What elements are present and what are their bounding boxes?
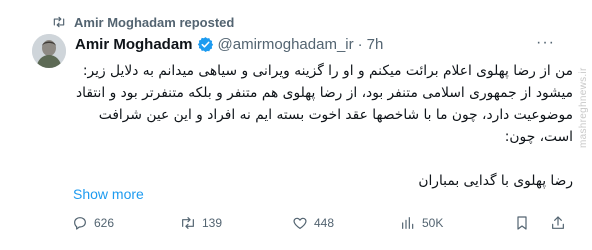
avatar[interactable] bbox=[32, 34, 66, 68]
watermark: mashreghnews.ir bbox=[578, 67, 589, 149]
repost-count: 139 bbox=[202, 216, 223, 230]
like-count: 448 bbox=[314, 216, 335, 230]
reply-icon bbox=[72, 215, 88, 231]
tweet-paragraph-1: من از رضا پهلوی اعلام برائت میکنم و او ر… bbox=[76, 63, 573, 145]
repost-icon bbox=[180, 215, 196, 231]
reply-count: 626 bbox=[94, 216, 115, 230]
repost-label: Amir Moghadam reposted bbox=[74, 14, 235, 30]
share-icon[interactable] bbox=[550, 215, 566, 231]
repost-icon bbox=[52, 15, 66, 29]
views-count: 50K bbox=[422, 216, 444, 230]
tweet-paragraph-2: رضا پهلوی با گدایی بمباران bbox=[418, 173, 573, 189]
like-button[interactable]: 448 bbox=[292, 215, 334, 231]
bookmark-icon[interactable] bbox=[514, 215, 530, 231]
separator-dot: · bbox=[357, 35, 363, 53]
show-more-link[interactable]: Show more bbox=[73, 186, 144, 202]
verified-badge-icon bbox=[197, 36, 214, 53]
views-button[interactable]: 50K bbox=[400, 215, 443, 231]
post-time[interactable]: 7h bbox=[367, 36, 384, 53]
tweet-header: Amir Moghadam @amirmoghadam_ir · 7h bbox=[75, 34, 383, 54]
repost-button[interactable]: 139 bbox=[180, 215, 222, 231]
author-name[interactable]: Amir Moghadam bbox=[75, 36, 193, 53]
heart-icon bbox=[292, 215, 308, 231]
views-icon bbox=[400, 215, 416, 231]
tweet-card[interactable]: Amir Moghadam reposted Amir Moghadam @am… bbox=[0, 0, 592, 250]
repost-indicator[interactable]: Amir Moghadam reposted bbox=[52, 13, 234, 31]
author-handle[interactable]: @amirmoghadam_ir bbox=[218, 36, 354, 53]
tweet-text: من از رضا پهلوی اعلام برائت میکنم و او ر… bbox=[72, 60, 573, 192]
reply-button[interactable]: 626 bbox=[72, 215, 114, 231]
more-icon[interactable]: ··· bbox=[536, 35, 555, 51]
action-bar: 626 139 448 50K bbox=[72, 215, 572, 237]
